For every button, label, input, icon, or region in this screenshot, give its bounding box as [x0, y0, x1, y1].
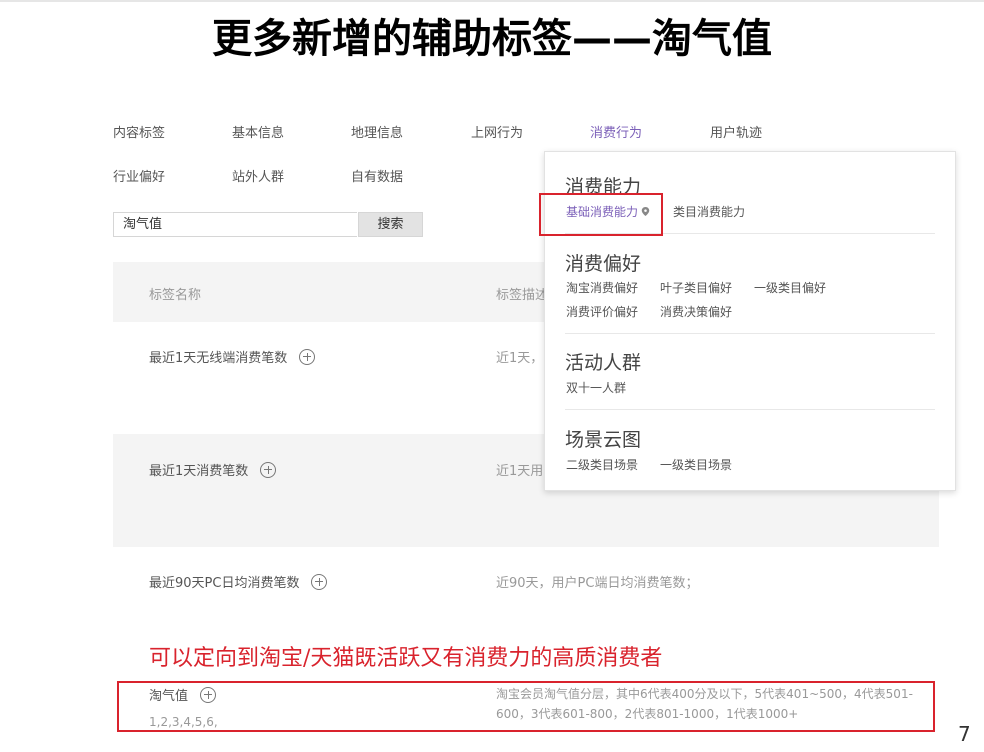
section-divider — [565, 333, 935, 334]
menu-item-double-eleven-audience[interactable]: 双十一人群 — [566, 379, 626, 396]
nav-tab-geo-info[interactable]: 地理信息 — [351, 122, 403, 141]
tag-name-text: 最近1天消费笔数 — [149, 464, 249, 479]
nav-tab-offsite-audience[interactable]: 站外人群 — [232, 166, 284, 185]
top-divider — [0, 0, 984, 2]
header-tag-description: 标签描述 — [496, 288, 549, 303]
search-input[interactable]: 淘气值 — [113, 212, 357, 237]
row-tag-name: 最近1天无线端消费笔数 — [149, 347, 316, 366]
menu-item-top-category-preference[interactable]: 一级类目偏好 — [754, 279, 826, 296]
search-button[interactable]: 搜索 — [358, 212, 423, 237]
header-tag-name: 标签名称 — [149, 288, 202, 303]
tag-name-text: 最近1天无线端消费笔数 — [149, 351, 288, 366]
nav-tab-industry-preference[interactable]: 行业偏好 — [113, 166, 165, 185]
nav-tab-own-data[interactable]: 自有数据 — [351, 166, 403, 185]
menu-item-decision-preference[interactable]: 消费决策偏好 — [660, 303, 732, 320]
nav-tab-content-tags[interactable]: 内容标签 — [113, 122, 165, 141]
menu-item-review-preference[interactable]: 消费评价偏好 — [566, 303, 638, 320]
annotation-note: 可以定向到淘宝/天猫既活跃又有消费力的高质消费者 — [149, 646, 663, 671]
edge-glyph: 7 — [958, 722, 971, 746]
row-tag-desc: 近1天用 — [496, 464, 544, 479]
row-tag-desc: 近90天，用户PC端日均消费笔数； — [496, 576, 699, 591]
nav-tab-consumption-behavior[interactable]: 消费行为 — [590, 122, 642, 141]
add-circle-icon[interactable] — [311, 573, 328, 590]
menu-item-top-category-scene[interactable]: 一级类目场景 — [660, 456, 732, 473]
section-title-campaign-audience: 活动人群 — [565, 352, 642, 374]
menu-item-taobao-consumption-preference[interactable]: 淘宝消费偏好 — [566, 279, 638, 296]
menu-item-category-spending-power[interactable]: 类目消费能力 — [673, 203, 745, 220]
nav-tab-basic-info[interactable]: 基本信息 — [232, 122, 284, 141]
highlight-box-taoqi-row — [117, 681, 935, 732]
section-title-scene-cloud-map: 场景云图 — [565, 429, 642, 451]
tag-name-text: 最近90天PC日均消费笔数 — [149, 576, 300, 591]
nav-tab-online-behavior[interactable]: 上网行为 — [471, 122, 523, 141]
slide-title: 更多新增的辅助标签——淘气值 — [212, 16, 772, 62]
section-divider — [565, 409, 935, 410]
row-tag-desc: 近1天， — [496, 351, 544, 366]
row-tag-name: 最近1天消费笔数 — [149, 460, 277, 479]
add-circle-icon[interactable] — [260, 461, 277, 478]
section-title-consumption-preference: 消费偏好 — [565, 253, 642, 275]
menu-item-secondary-category-scene[interactable]: 二级类目场景 — [566, 456, 638, 473]
nav-tab-user-trajectory[interactable]: 用户轨迹 — [710, 122, 762, 141]
row-tag-name: 最近90天PC日均消费笔数 — [149, 572, 328, 591]
highlight-box-basic-spending-power — [539, 193, 663, 236]
add-circle-icon[interactable] — [299, 348, 316, 365]
menu-item-leaf-category-preference[interactable]: 叶子类目偏好 — [660, 279, 732, 296]
